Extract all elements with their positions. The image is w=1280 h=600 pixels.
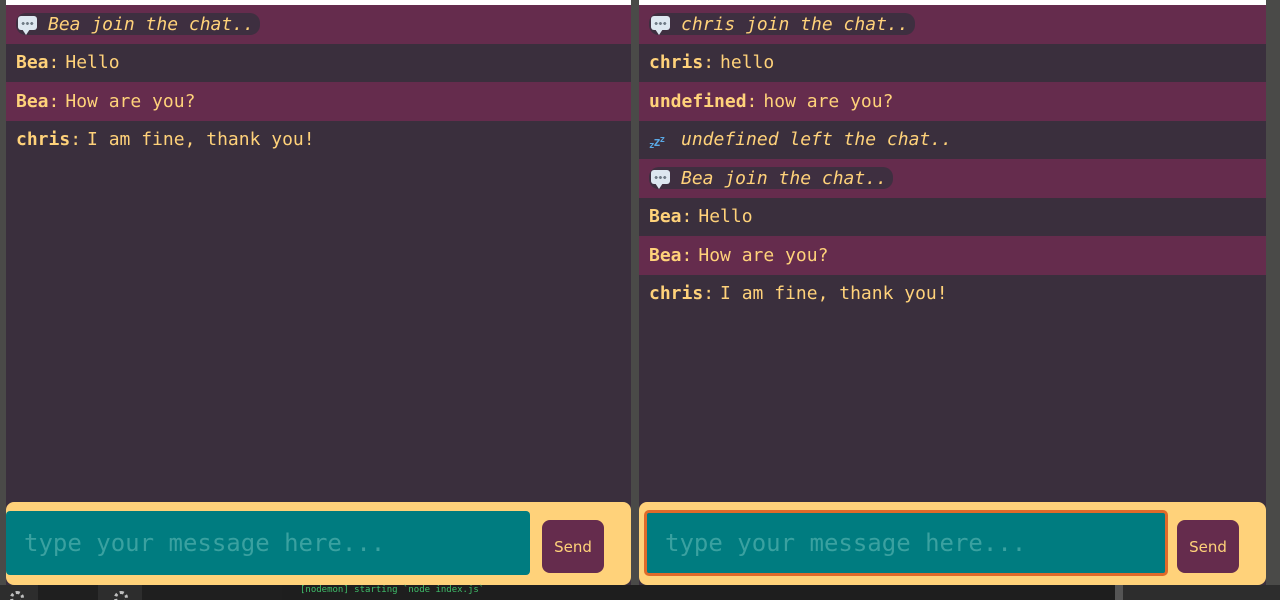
message-username: chris	[16, 129, 71, 151]
message-username: undefined	[649, 90, 747, 112]
message-text: how are you?	[763, 90, 894, 112]
system-message: chris join the chat..	[639, 5, 1266, 44]
message-username: chris	[649, 283, 704, 305]
send-button[interactable]: Send	[1177, 520, 1239, 573]
chat-message: chris: I am fine, thank you!	[639, 275, 1266, 314]
message-username: Bea	[649, 206, 682, 228]
system-message-text: Bea join the chat..	[48, 13, 254, 35]
system-message: zzz undefined left the chat..	[639, 121, 1266, 160]
message-username: chris	[649, 52, 704, 74]
message-list: chris join the chat.. chris: hello undefine…	[639, 5, 1266, 313]
message-input[interactable]	[645, 511, 1167, 575]
system-message-text: Bea join the chat..	[681, 167, 887, 189]
zzz-icon: zzz	[649, 134, 665, 151]
message-composer: Send	[639, 502, 1266, 585]
gear-icon[interactable]	[114, 591, 128, 600]
chat-message: Bea: Hello	[6, 44, 631, 83]
send-button[interactable]: Send	[542, 520, 604, 573]
message-text: How are you?	[65, 90, 196, 112]
system-message-text: chris join the chat..	[681, 13, 909, 35]
chat-message: Bea: How are you?	[6, 82, 631, 121]
system-notice: Bea join the chat..	[16, 13, 260, 36]
message-separator: :	[70, 129, 82, 151]
chat-window-left: Bea join the chat.. Bea: Hello Bea: How are …	[6, 5, 631, 585]
message-text: I am fine, thank you!	[87, 129, 315, 151]
chat-message: undefined: how are you?	[639, 82, 1266, 121]
message-composer: Send	[6, 502, 631, 585]
message-list: Bea join the chat.. Bea: Hello Bea: How are …	[6, 5, 631, 159]
message-separator: :	[681, 206, 693, 228]
system-notice: chris join the chat..	[649, 13, 915, 36]
system-message-text: undefined left the chat..	[681, 129, 952, 151]
system-message: Bea join the chat..	[639, 159, 1266, 198]
window-divider	[631, 0, 639, 585]
gear-icon[interactable]	[10, 591, 24, 600]
message-text: Hello	[65, 52, 120, 74]
message-username: Bea	[16, 52, 49, 74]
system-notice: Bea join the chat..	[649, 167, 893, 190]
message-username: Bea	[649, 244, 682, 266]
chat-message: chris: I am fine, thank you!	[6, 121, 631, 160]
system-message: Bea join the chat..	[6, 5, 631, 44]
terminal-output-line: [nodemon] starting `node index.js`	[300, 585, 485, 595]
window-edge-right	[1266, 0, 1280, 585]
chat-message: chris: hello	[639, 44, 1266, 83]
message-text: How are you?	[698, 244, 829, 266]
message-text: hello	[720, 52, 775, 74]
system-notice: zzz undefined left the chat..	[649, 129, 952, 151]
chat-bubble-icon	[649, 13, 673, 36]
message-separator: :	[746, 90, 758, 112]
taskbar-slot[interactable]	[38, 585, 98, 600]
message-text: I am fine, thank you!	[720, 283, 948, 305]
message-separator: :	[703, 52, 715, 74]
message-separator: :	[48, 52, 60, 74]
taskbar	[0, 585, 1280, 600]
chat-message: Bea: How are you?	[639, 236, 1266, 275]
chat-bubble-icon	[649, 167, 673, 190]
taskbar-slot[interactable]	[142, 585, 282, 600]
chat-message: Bea: Hello	[639, 198, 1266, 237]
chat-bubble-icon	[16, 13, 40, 36]
terminal-scrollbar[interactable]	[1115, 585, 1123, 600]
message-text: Hello	[698, 206, 753, 228]
message-input[interactable]	[6, 511, 530, 575]
message-separator: :	[48, 90, 60, 112]
message-username: Bea	[16, 90, 49, 112]
chat-window-right: chris join the chat.. chris: hello undefine…	[639, 5, 1266, 585]
message-separator: :	[703, 283, 715, 305]
message-separator: :	[681, 244, 693, 266]
